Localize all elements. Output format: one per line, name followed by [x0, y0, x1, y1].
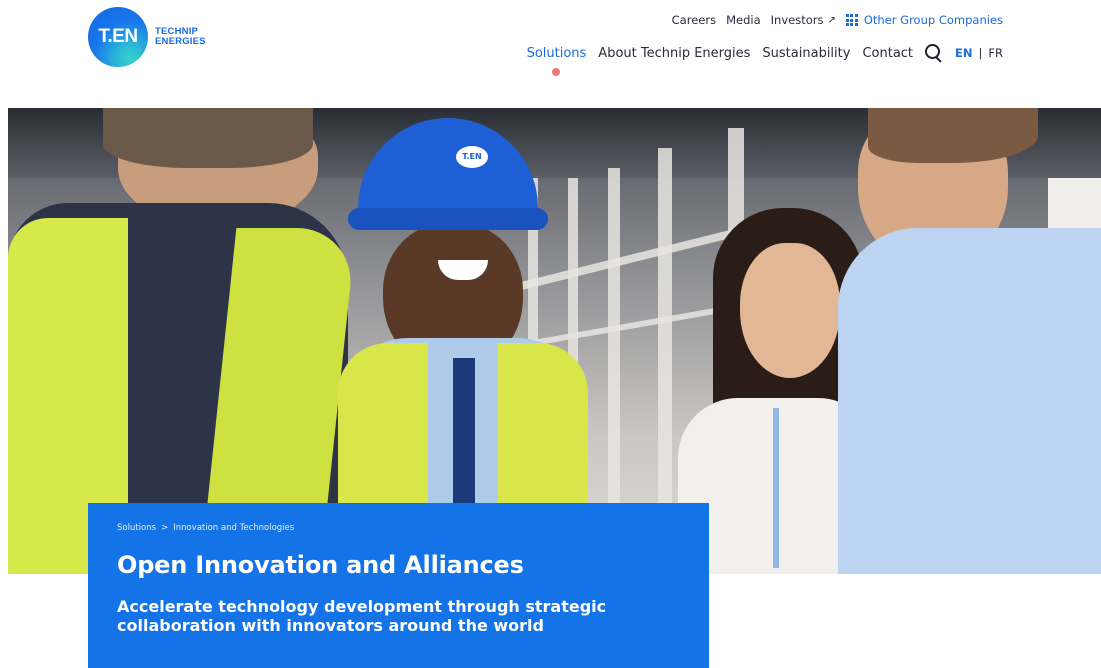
nav-sustainability[interactable]: Sustainability — [762, 46, 850, 61]
hero-person-right — [828, 108, 1101, 574]
breadcrumb-innovation-and-technologies[interactable]: Innovation and Technologies — [173, 523, 294, 533]
media-link-label: Media — [726, 13, 761, 27]
breadcrumb-solutions[interactable]: Solutions — [117, 523, 156, 533]
careers-link[interactable]: Careers — [672, 13, 716, 27]
breadcrumb: Solutions > Innovation and Technologies — [117, 523, 681, 533]
other-group-companies-label: Other Group Companies — [863, 13, 1003, 27]
technip-energies-logo[interactable]: T.EN TECHNIP ENERGIES — [88, 7, 206, 67]
external-arrow-icon: ↗ — [827, 14, 836, 26]
logo-mark: T.EN — [98, 26, 138, 47]
investors-link-label: Investors — [770, 13, 824, 27]
page-header-card: Solutions > Innovation and Technologies … — [88, 503, 709, 668]
language-switcher: EN | FR — [955, 46, 1003, 60]
careers-link-label: Careers — [671, 13, 717, 27]
breadcrumb-separator: > — [161, 523, 169, 533]
nav-about-technip-energies[interactable]: About Technip Energies — [598, 46, 750, 61]
main-nav: Solutions About Technip Energies Sustain… — [515, 44, 1003, 76]
media-link[interactable]: Media — [726, 13, 761, 27]
lang-separator: | — [978, 46, 983, 60]
logo-wordmark: TECHNIP ENERGIES — [155, 27, 206, 47]
utility-nav: Careers Media Investors ↗ Other Group Co… — [662, 13, 1003, 27]
page-title: Open Innovation and Alliances — [117, 551, 524, 579]
lang-en[interactable]: EN — [955, 46, 972, 60]
helmet-logo: T.EN — [456, 146, 488, 168]
logo-circle: T.EN — [88, 7, 148, 67]
page-subtitle: Accelerate technology development throug… — [117, 597, 607, 635]
logo-word-energies: ENERGIES — [155, 36, 206, 47]
search-icon[interactable] — [925, 44, 943, 62]
lang-fr[interactable]: FR — [988, 46, 1003, 60]
other-group-companies-link[interactable]: Other Group Companies — [845, 13, 1003, 27]
nav-solutions[interactable]: Solutions — [527, 46, 586, 76]
investors-link[interactable]: Investors ↗ — [771, 13, 836, 27]
grid-icon — [845, 14, 858, 26]
nav-contact[interactable]: Contact — [862, 46, 913, 61]
